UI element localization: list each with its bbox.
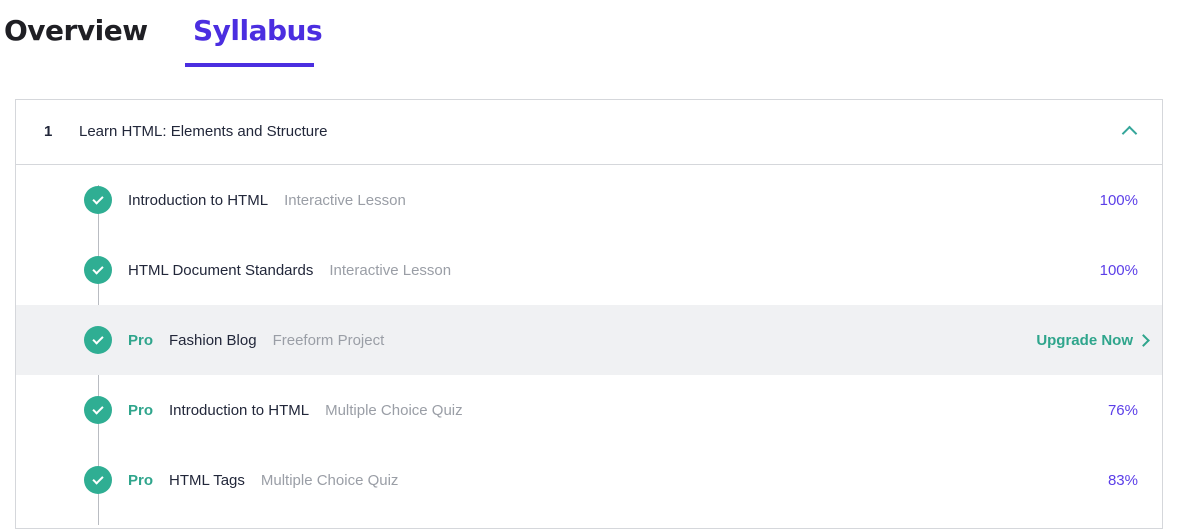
module-header[interactable]: 1 Learn HTML: Elements and Structure [16, 100, 1162, 165]
list-item[interactable]: HTML Document Standards Interactive Less… [16, 235, 1162, 305]
module-number: 1 [44, 123, 53, 140]
check-circle-icon [84, 186, 112, 214]
lesson-type: Multiple Choice Quiz [325, 401, 463, 419]
progress-percent: 76% [1107, 401, 1138, 419]
tab-syllabus[interactable]: Syllabus [193, 14, 323, 47]
pro-badge: Pro [128, 401, 154, 419]
lesson-title: Introduction to HTML [128, 191, 269, 209]
lesson-type: Multiple Choice Quiz [260, 471, 399, 489]
list-item[interactable]: Pro Fashion Blog Freeform Project Upgrad… [16, 305, 1162, 375]
syllabus-module-panel: 1 Learn HTML: Elements and Structure Int… [15, 99, 1163, 529]
lesson-title: Introduction to HTML [169, 401, 310, 419]
tab-overview[interactable]: Overview [4, 14, 148, 47]
check-circle-icon [84, 326, 112, 354]
lesson-title: HTML Tags [169, 471, 245, 489]
lesson-type: Interactive Lesson [284, 191, 406, 209]
progress-percent: 83% [1107, 471, 1138, 489]
tab-bar: Overview Syllabus [0, 0, 1187, 68]
active-tab-indicator [185, 63, 314, 67]
pro-badge: Pro [128, 471, 154, 489]
list-item[interactable]: Introduction to HTML Interactive Lesson … [16, 165, 1162, 235]
lesson-title: HTML Document Standards [128, 261, 314, 279]
module-title: Learn HTML: Elements and Structure [79, 123, 328, 140]
lesson-type: Interactive Lesson [329, 261, 452, 279]
check-circle-icon [84, 256, 112, 284]
upgrade-now-link[interactable]: Upgrade Now [1036, 305, 1150, 375]
progress-percent: 100% [1099, 191, 1138, 209]
lesson-type: Freeform Project [272, 331, 385, 349]
chevron-up-icon[interactable] [1121, 125, 1138, 142]
lesson-title: Fashion Blog [169, 331, 257, 349]
list-item[interactable]: Pro Introduction to HTML Multiple Choice… [16, 375, 1162, 445]
pro-badge: Pro [128, 331, 154, 349]
progress-percent: 100% [1099, 261, 1138, 279]
check-circle-icon [84, 396, 112, 424]
upgrade-now-label: Upgrade Now [1036, 331, 1133, 349]
check-circle-icon [84, 466, 112, 494]
chevron-right-icon [1137, 333, 1150, 347]
list-item[interactable]: Pro HTML Tags Multiple Choice Quiz 83% [16, 445, 1162, 515]
